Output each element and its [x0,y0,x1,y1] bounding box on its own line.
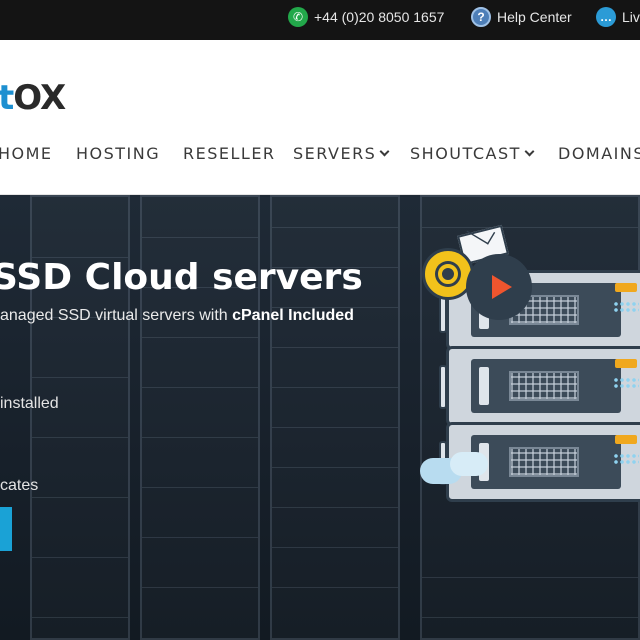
hero-feature: installed [0,395,59,412]
server-unit [439,346,640,426]
live-chat-link[interactable]: … Liv [596,6,640,28]
hero-subtitle-bold: cPanel Included [232,307,354,324]
live-chat-label: Liv [622,9,640,25]
phone-number: +44 (0)20 8050 1657 [314,9,445,25]
nav-shoutcast[interactable]: SHOUTCAST [410,144,535,163]
hero-subtitle: anaged SSD virtual servers with cPanel I… [0,307,354,325]
cloud-icon [450,452,488,476]
play-icon [466,254,532,320]
site-header: tOX HOME HOSTING RESELLER SERVERS SHOUTC… [0,40,640,195]
help-center-label: Help Center [497,9,572,25]
logo-text: OX [13,78,66,118]
help-icon: ? [471,7,491,27]
hero-subtitle-text: anaged SSD virtual servers with [0,307,233,324]
nav-servers-label: SERVERS [293,144,377,163]
site-logo[interactable]: tOX [0,78,66,118]
nav-home[interactable]: HOME [0,144,53,163]
hero-title: SSD Cloud servers [0,257,363,298]
phone-icon: ✆ [288,7,308,27]
nav-servers[interactable]: SERVERS [293,144,390,163]
hero-feature: cates [0,477,39,494]
logo-accent: t [0,78,14,118]
top-bar: ✆ +44 (0)20 8050 1657 ? Help Center … Li… [0,0,640,40]
server-illustration [410,200,640,502]
help-center-link[interactable]: ? Help Center [471,6,572,28]
chevron-down-icon [524,146,535,157]
nav-hosting[interactable]: HOSTING [76,144,160,163]
nav-reseller[interactable]: RESELLER [183,144,276,163]
chat-icon: … [596,7,616,27]
nav-domains[interactable]: DOMAINS [558,144,640,163]
nav-shoutcast-label: SHOUTCAST [410,144,521,163]
phone-link[interactable]: ✆ +44 (0)20 8050 1657 [288,6,444,28]
chevron-down-icon [379,146,390,157]
hero-cta-button[interactable] [0,507,12,551]
